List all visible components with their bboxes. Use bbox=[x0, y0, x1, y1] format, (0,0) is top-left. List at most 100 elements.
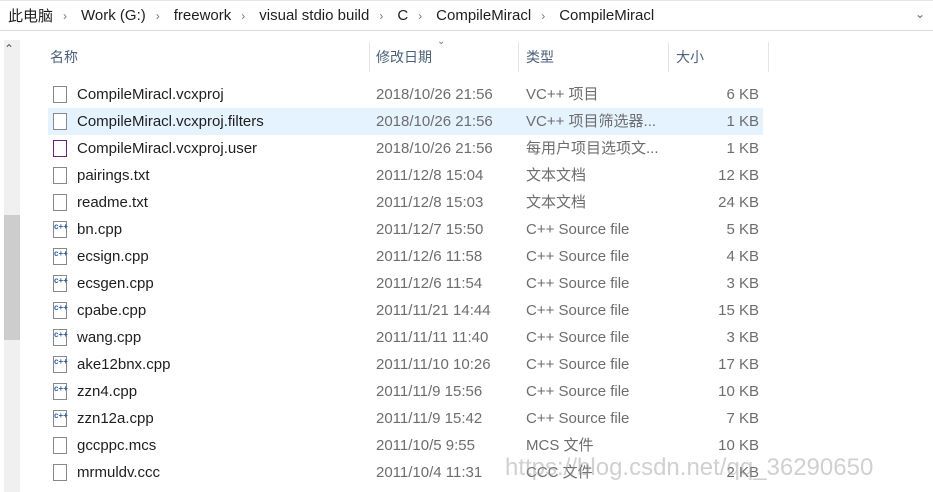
file-row[interactable]: c++ ecsign.cpp 2011/12/6 11:58 C++ Source f… bbox=[48, 243, 763, 270]
file-name: zzn4.cpp bbox=[77, 383, 138, 400]
file-date: 2018/10/26 21:56 bbox=[376, 113, 493, 130]
file-date: 2018/10/26 21:56 bbox=[376, 86, 493, 103]
file-size: 3 KB bbox=[726, 329, 759, 346]
breadcrumb-item[interactable]: Work (G:) bbox=[77, 7, 150, 24]
file-row[interactable]: CompileMiracl.vcxproj.user 2018/10/26 21:… bbox=[48, 135, 763, 162]
file-name: wang.cpp bbox=[77, 329, 142, 346]
file-type: VC++ 项目 bbox=[526, 86, 599, 103]
scrollbar-thumb[interactable] bbox=[4, 215, 20, 340]
file-date: 2018/10/26 21:56 bbox=[376, 140, 493, 157]
cpp-file-icon: c++ bbox=[53, 221, 68, 238]
file-size: 24 KB bbox=[718, 194, 759, 211]
watermark: https://blog.csdn.net/qq_36290650 bbox=[505, 454, 874, 481]
sort-chevron-icon: ⌄ bbox=[437, 36, 446, 47]
file-row[interactable]: c++ ecsgen.cpp 2011/12/6 11:54 C++ Source f… bbox=[48, 270, 763, 297]
cpp-file-icon: c++ bbox=[53, 302, 68, 319]
file-row[interactable]: c++ cpabe.cpp 2011/11/21 14:44 C++ Source f… bbox=[48, 297, 763, 324]
file-size: 12 KB bbox=[718, 167, 759, 184]
file-date: 2011/11/21 14:44 bbox=[376, 302, 491, 319]
file-type: C++ Source file bbox=[526, 221, 630, 238]
chevron-right-icon[interactable]: › bbox=[379, 9, 383, 23]
file-size: 1 KB bbox=[726, 113, 759, 130]
file-name: CompileMiracl.vcxproj bbox=[77, 86, 224, 103]
filters-icon bbox=[53, 113, 67, 130]
file-size: 15 KB bbox=[718, 302, 759, 319]
file-type: 文本文档 bbox=[526, 194, 587, 211]
file-name: pairings.txt bbox=[77, 167, 150, 184]
chevron-right-icon[interactable]: › bbox=[156, 9, 160, 23]
chevron-right-icon[interactable]: › bbox=[63, 9, 67, 23]
cpp-file-icon: c++ bbox=[53, 356, 68, 373]
file-size: 4 KB bbox=[726, 248, 759, 265]
cpp-file-icon: c++ bbox=[53, 329, 68, 346]
file-row[interactable]: CompileMiracl.vcxproj 2018/10/26 21:56 VC+… bbox=[48, 81, 763, 108]
file-row[interactable]: CompileMiracl.vcxproj.filters 2018/10/26 … bbox=[48, 108, 763, 135]
text-file-icon bbox=[53, 194, 67, 211]
file-name: CompileMiracl.vcxproj.user bbox=[77, 140, 258, 157]
file-size: 7 KB bbox=[726, 410, 759, 427]
file-type: 每用户项目选项文... bbox=[526, 140, 659, 157]
file-name: zzn12a.cpp bbox=[77, 410, 154, 427]
cpp-file-icon: c++ bbox=[53, 410, 68, 427]
breadcrumb-item[interactable]: freework bbox=[170, 7, 236, 24]
file-date: 2011/11/10 10:26 bbox=[376, 356, 491, 373]
blank-file-icon bbox=[53, 464, 67, 481]
chevron-right-icon[interactable]: › bbox=[541, 9, 545, 23]
file-row[interactable]: c++ bn.cpp 2011/12/7 15:50 C++ Source file 5… bbox=[48, 216, 763, 243]
breadcrumb-item[interactable]: 此电脑 bbox=[4, 5, 57, 26]
file-type: C++ Source file bbox=[526, 302, 630, 319]
column-header-size[interactable]: 大小 bbox=[669, 42, 769, 72]
blank-file-icon bbox=[53, 437, 67, 454]
file-name: ake12bnx.cpp bbox=[77, 356, 171, 373]
file-row[interactable]: c++ zzn12a.cpp 2011/11/9 15:42 C++ Source f… bbox=[48, 405, 763, 432]
file-date: 2011/11/11 11:40 bbox=[376, 329, 489, 346]
file-name: gccppc.mcs bbox=[77, 437, 157, 454]
file-row[interactable]: readme.txt 2011/12/8 15:03 文本文档 24 KB bbox=[48, 189, 763, 216]
file-date: 2011/12/8 15:04 bbox=[376, 167, 484, 184]
file-name: ecsgen.cpp bbox=[77, 275, 154, 292]
file-date: 2011/10/5 9:55 bbox=[376, 437, 475, 454]
file-date: 2011/11/9 15:42 bbox=[376, 410, 483, 427]
chevron-right-icon[interactable]: › bbox=[418, 9, 422, 23]
vcxproj-icon bbox=[53, 86, 67, 103]
file-name: CompileMiracl.vcxproj.filters bbox=[77, 113, 264, 130]
file-name: bn.cpp bbox=[77, 221, 123, 238]
file-row[interactable]: c++ ake12bnx.cpp 2011/11/10 10:26 C++ Sourc… bbox=[48, 351, 763, 378]
column-header-name[interactable]: 名称 bbox=[43, 42, 370, 72]
scroll-up-icon[interactable]: ⌃ bbox=[4, 42, 14, 56]
file-name: mrmuldv.ccc bbox=[77, 464, 161, 481]
file-size: 17 KB bbox=[718, 356, 759, 373]
chevron-down-icon[interactable]: ⌄ bbox=[915, 7, 925, 21]
file-row[interactable]: c++ zzn4.cpp 2011/11/9 15:56 C++ Source fil… bbox=[48, 378, 763, 405]
file-size: 6 KB bbox=[726, 86, 759, 103]
file-type: 文本文档 bbox=[526, 167, 587, 184]
file-date: 2011/12/6 11:54 bbox=[376, 275, 483, 292]
file-type: C++ Source file bbox=[526, 329, 630, 346]
file-date: 2011/12/8 15:03 bbox=[376, 194, 484, 211]
file-size: 1 KB bbox=[726, 140, 759, 157]
breadcrumb-item[interactable]: visual stdio build bbox=[255, 7, 373, 24]
address-bar[interactable]: 此电脑 › Work (G:) › freework › visual stdio buil… bbox=[0, 0, 933, 31]
file-size: 5 KB bbox=[726, 221, 759, 238]
cpp-file-icon: c++ bbox=[53, 248, 68, 265]
file-name: readme.txt bbox=[77, 194, 148, 211]
breadcrumb-item[interactable]: CompileMiracl bbox=[555, 7, 658, 24]
file-type: C++ Source file bbox=[526, 275, 630, 292]
breadcrumb-item[interactable]: CompileMiracl bbox=[432, 7, 535, 24]
file-size: 3 KB bbox=[726, 275, 759, 292]
file-name: cpabe.cpp bbox=[77, 302, 147, 319]
breadcrumb-item[interactable]: C bbox=[393, 7, 412, 24]
cpp-file-icon: c++ bbox=[53, 383, 68, 400]
cpp-file-icon: c++ bbox=[53, 275, 68, 292]
file-date: 2011/12/6 11:58 bbox=[376, 248, 483, 265]
chevron-right-icon[interactable]: › bbox=[241, 9, 245, 23]
file-type: C++ Source file bbox=[526, 356, 630, 373]
file-name: ecsign.cpp bbox=[77, 248, 149, 265]
file-type: C++ Source file bbox=[526, 383, 630, 400]
file-type: C++ Source file bbox=[526, 248, 630, 265]
file-date: 2011/12/7 15:50 bbox=[376, 221, 484, 238]
file-date: 2011/10/4 11:31 bbox=[376, 464, 483, 481]
file-row[interactable]: pairings.txt 2011/12/8 15:04 文本文档 12 KB bbox=[48, 162, 763, 189]
file-row[interactable]: c++ wang.cpp 2011/11/11 11:40 C++ Source fi… bbox=[48, 324, 763, 351]
column-header-type[interactable]: 类型 bbox=[519, 42, 669, 72]
